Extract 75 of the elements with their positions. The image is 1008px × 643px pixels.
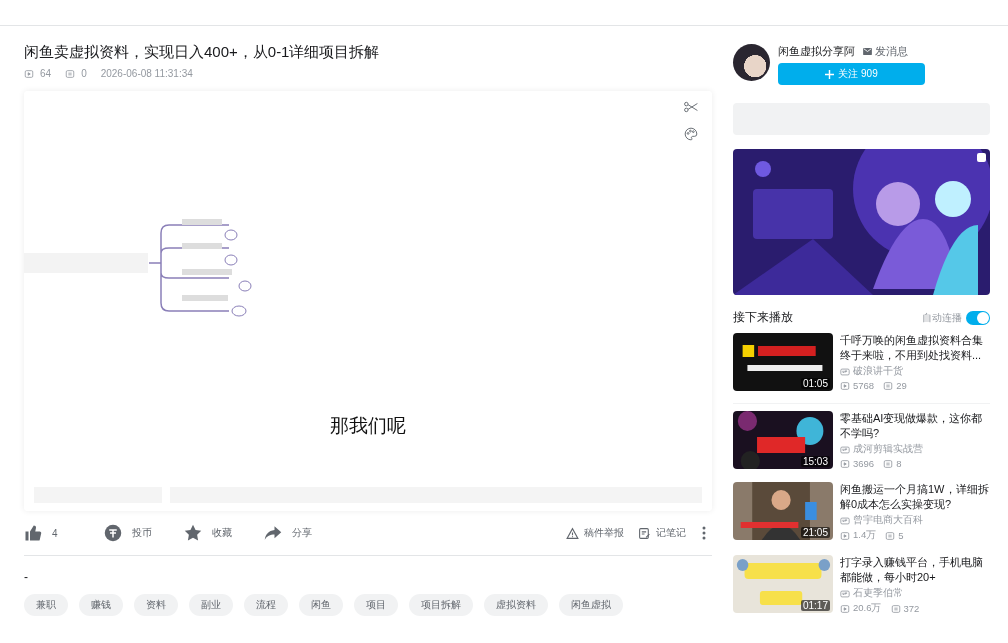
danmaku-count: 5 [898, 530, 904, 541]
video-link[interactable]: 打字录入赚钱平台，手机电脑都能做，每小时20+ [840, 555, 990, 585]
subtitle: 那我们呢 [329, 414, 407, 438]
up-icon [840, 444, 850, 455]
video-description: - [24, 570, 29, 584]
play-count-icon [840, 380, 850, 391]
palette-icon[interactable] [684, 127, 698, 141]
tag[interactable]: 项目 [354, 594, 398, 616]
uploader-name[interactable]: 闲鱼虚拟分享阿 [778, 44, 855, 59]
danmaku-icon [883, 380, 894, 391]
tag[interactable]: 兼职 [24, 594, 68, 616]
note-icon [638, 526, 651, 540]
share-arrow-icon [264, 524, 282, 542]
thumbs-up-icon [24, 524, 42, 542]
view-count: 3696 [853, 458, 875, 469]
play-count-icon [840, 530, 850, 541]
message-link[interactable]: 发消息 [863, 44, 908, 59]
up-icon [840, 366, 850, 377]
avatar[interactable] [733, 44, 770, 81]
danmaku-icon [883, 458, 894, 469]
coin-button[interactable]: 投币 [104, 524, 156, 542]
mail-icon [863, 48, 872, 55]
star-icon [184, 524, 202, 542]
up-icon [840, 515, 850, 526]
coin-icon [104, 524, 122, 542]
danmaku-count: 8 [896, 458, 902, 469]
warning-icon [566, 526, 579, 540]
tag[interactable]: 赚钱 [79, 594, 123, 616]
video-link[interactable]: 零基础AI变现做爆款，这你都不学吗? [840, 411, 990, 441]
tag[interactable]: 项目拆解 [409, 594, 473, 616]
report-button[interactable]: 稿件举报 [566, 526, 624, 540]
video-duration: 01:05 [800, 378, 830, 389]
view-count: 20.6万 [853, 602, 882, 615]
tag[interactable]: 闲鱼虚拟 [559, 594, 623, 616]
danmaku-icon [65, 68, 76, 79]
video-duration: 21:05 [800, 527, 830, 538]
danmaku-count: 29 [896, 380, 907, 391]
danmaku-icon [890, 603, 901, 614]
video-thumbnail[interactable]: 15:03 [733, 411, 833, 469]
plus-icon [825, 69, 835, 79]
note-button[interactable]: 记笔记 [638, 526, 686, 540]
video-duration: 01:17 [800, 600, 830, 611]
play-count-icon [840, 603, 850, 614]
danmaku-count: 372 [903, 603, 920, 614]
tag[interactable]: 资料 [134, 594, 178, 616]
video-link[interactable]: 千呼万唤的闲鱼虚拟资料合集终于来啦，不用到处找资料... [840, 333, 990, 363]
tag[interactable]: 虚拟资料 [484, 594, 548, 616]
play-count-icon [840, 458, 850, 469]
up-next-heading: 接下来播放 [733, 309, 793, 326]
video-duration: 15:03 [800, 456, 830, 467]
autoplay-label: 自动连播 [922, 310, 962, 325]
danmaku-count: 0 [81, 68, 87, 79]
video-link[interactable]: 闲鱼搬运一个月搞1W，详细拆解0成本怎么实操变现? [840, 482, 990, 512]
video-player[interactable]: 那我们呢 [24, 91, 712, 511]
tag[interactable]: 闲鱼 [299, 594, 343, 616]
ad-close-icon[interactable] [977, 153, 986, 162]
autoplay-switch[interactable] [966, 310, 990, 325]
play-count-icon [24, 68, 34, 79]
tag[interactable]: 副业 [189, 594, 233, 616]
more-icon[interactable] [702, 526, 706, 540]
danmaku-icon [885, 530, 896, 541]
scissors-icon[interactable] [684, 101, 698, 113]
video-thumbnail[interactable]: 21:05 [733, 482, 833, 540]
view-count: 64 [40, 68, 52, 79]
share-button[interactable]: 分享 [264, 524, 316, 542]
tag[interactable]: 流程 [244, 594, 288, 616]
view-count: 5768 [853, 380, 875, 391]
up-icon [840, 588, 850, 599]
publish-date: 2026-06-08 11:31:34 [100, 68, 193, 79]
favorite-button[interactable]: 收藏 [184, 524, 236, 542]
video-title: 闲鱼卖虚拟资料，实现日入400+，从0-1详细项目拆解 [24, 42, 381, 62]
view-count: 1.4万 [853, 529, 877, 542]
video-thumbnail[interactable]: 01:05 [733, 333, 833, 391]
like-button[interactable]: 4 [24, 524, 76, 542]
video-thumbnail[interactable]: 01:17 [733, 555, 833, 613]
